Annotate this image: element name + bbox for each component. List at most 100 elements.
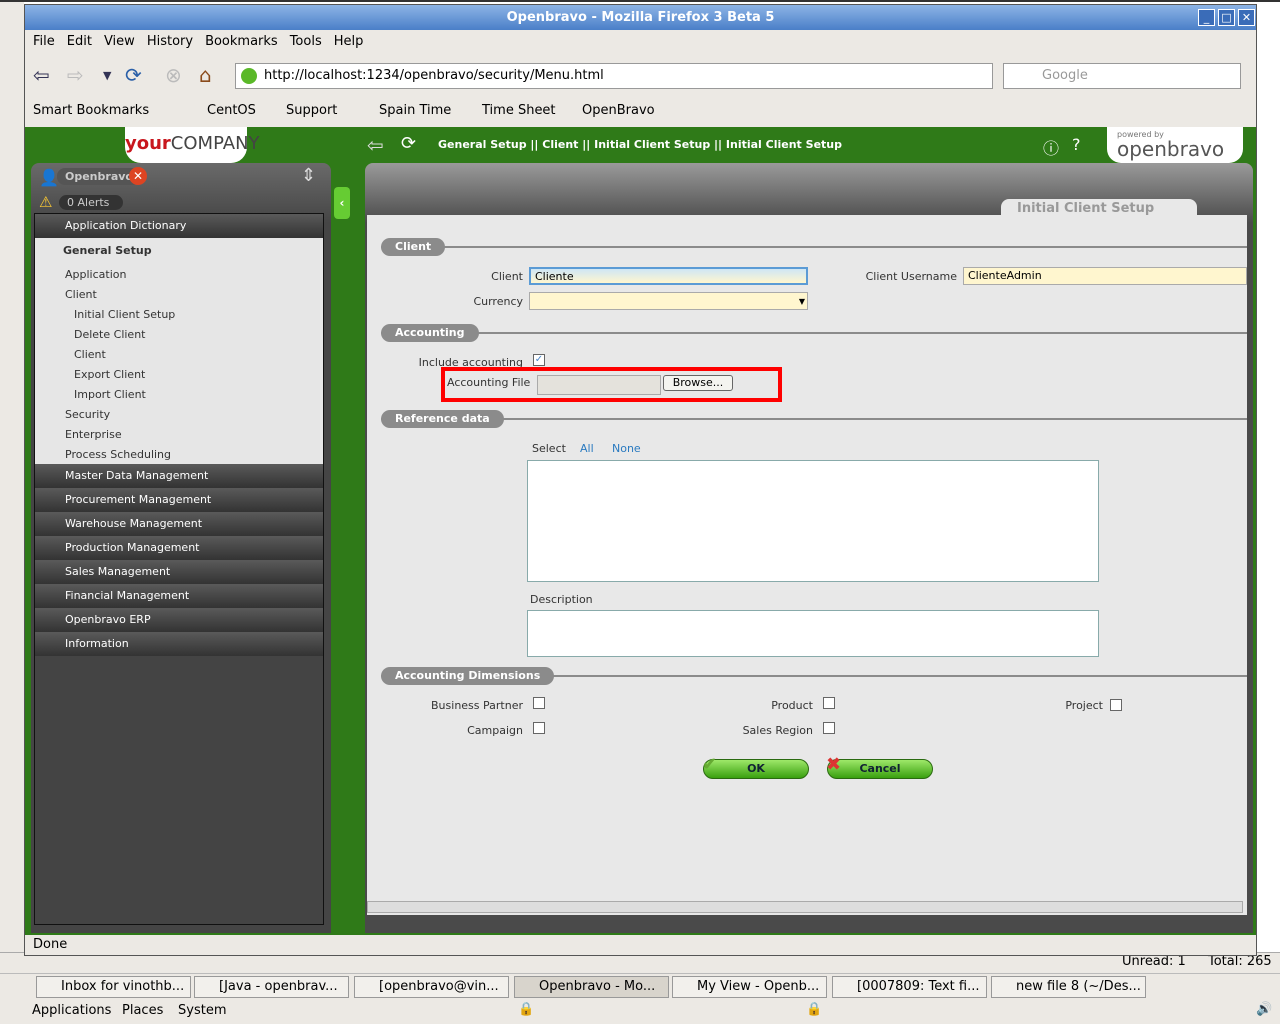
applications-menu[interactable]: Applications: [32, 1003, 111, 1018]
menu-enterprise[interactable]: Enterprise: [65, 428, 122, 441]
maximize-button[interactable]: □: [1218, 9, 1235, 26]
system-menu[interactable]: System: [178, 1003, 226, 1018]
menu-procurement[interactable]: Procurement Management: [35, 488, 323, 512]
menu-security[interactable]: Security: [65, 408, 110, 421]
bookmark-support[interactable]: Support: [286, 103, 337, 118]
menu-client-folder[interactable]: Client: [65, 288, 97, 301]
menu-initial-client-setup[interactable]: Initial Client Setup: [74, 308, 175, 321]
menu-application-dictionary[interactable]: Application Dictionary: [35, 214, 323, 238]
product-label: Product: [771, 699, 813, 712]
sidebar: 👤 Openbravo ✕ ⚠ 0 Alerts ⇕ Application D…: [31, 163, 331, 933]
bookmark-openbravo[interactable]: OpenBravo: [582, 103, 655, 118]
task-new-file[interactable]: new file 8 (~/Des...: [991, 976, 1146, 998]
client-label: Client: [491, 270, 523, 283]
currency-label: Currency: [473, 295, 523, 308]
menu-history[interactable]: History: [147, 34, 193, 49]
alerts-badge[interactable]: 0 Alerts: [59, 195, 124, 210]
include-accounting-checkbox[interactable]: ✓: [533, 354, 545, 366]
reload-icon[interactable]: ⟳: [125, 63, 142, 87]
back-arrow-icon[interactable]: ⇦: [367, 133, 384, 157]
menu-client-window[interactable]: Client: [74, 348, 106, 361]
menu-export-client[interactable]: Export Client: [74, 368, 145, 381]
bookmark-centos[interactable]: CentOS: [207, 103, 256, 118]
section-accounting: Accounting: [381, 324, 479, 342]
menu-warehouse[interactable]: Warehouse Management: [35, 512, 323, 536]
menu-information[interactable]: Information: [35, 632, 323, 656]
menu-help[interactable]: Help: [334, 34, 364, 49]
menu-openbravo-erp[interactable]: Openbravo ERP: [35, 608, 323, 632]
logout-icon[interactable]: ✕: [129, 167, 147, 185]
bookmarks-toolbar: Smart Bookmarks CentOS Support Spain Tim…: [25, 99, 1256, 123]
main-menu: Application Dictionary General Setup App…: [34, 213, 324, 925]
company-logo: yourCOMPANY: [125, 127, 260, 163]
back-icon[interactable]: ⇦: [33, 63, 50, 87]
menu-production[interactable]: Production Management: [35, 536, 323, 560]
task-bug-report[interactable]: [0007809: Text fi...: [832, 976, 987, 998]
menu-import-client[interactable]: Import Client: [74, 388, 146, 401]
project-label: Project: [1065, 699, 1103, 712]
menu-financial[interactable]: Financial Management: [35, 584, 323, 608]
campaign-checkbox[interactable]: [533, 722, 545, 734]
x-icon: ✖: [826, 754, 842, 775]
unread-count: Unread: 1: [1122, 954, 1186, 969]
reference-data-list[interactable]: [527, 460, 1099, 582]
home-icon[interactable]: ⌂: [199, 63, 212, 87]
openbravo-brand: powered by openbravo: [1107, 127, 1243, 163]
taskbar: Inbox for vinothb... [Java - openbrav...…: [0, 973, 1280, 998]
stop-icon[interactable]: ⊗: [165, 63, 182, 87]
menu-general-setup[interactable]: General Setup: [63, 244, 152, 257]
bookmark-smart-bookmarks[interactable]: Smart Bookmarks: [33, 103, 149, 118]
menu-file[interactable]: File: [33, 34, 55, 49]
menu-delete-client[interactable]: Delete Client: [74, 328, 145, 341]
cancel-button[interactable]: ✖ Cancel: [826, 754, 933, 779]
volume-icon[interactable]: 🔊: [1256, 1002, 1272, 1017]
lock-icon: 🔒: [518, 1002, 535, 1017]
history-dropdown-icon[interactable]: ▼: [103, 69, 111, 82]
menu-process-scheduling[interactable]: Process Scheduling: [65, 448, 171, 461]
sales-region-checkbox[interactable]: [823, 722, 835, 734]
minimize-button[interactable]: _: [1198, 9, 1215, 26]
select-all-link[interactable]: All: [580, 442, 594, 455]
url-bar[interactable]: http://localhost:1234/openbravo/security…: [235, 63, 993, 89]
refresh-icon[interactable]: ⟳: [401, 133, 416, 154]
navigation-toolbar: ⇦ ⇨ ▼ ⟳ ⊗ ⌂ http://localhost:1234/openbr…: [25, 57, 1256, 93]
task-java[interactable]: [Java - openbrav...: [194, 976, 349, 998]
task-inbox[interactable]: Inbox for vinothb...: [36, 976, 191, 998]
menu-sales[interactable]: Sales Management: [35, 560, 323, 584]
bookmark-spain-time[interactable]: Spain Time: [379, 103, 451, 118]
menu-edit[interactable]: Edit: [67, 34, 92, 49]
menu-application[interactable]: Application: [65, 268, 126, 281]
collapse-menu-icon[interactable]: ⇕: [301, 165, 316, 186]
ok-button[interactable]: ✔ OK: [702, 754, 809, 779]
task-my-view[interactable]: My View - Openb...: [672, 976, 827, 998]
menu-master-data[interactable]: Master Data Management: [35, 464, 323, 488]
currency-select[interactable]: ▼: [529, 292, 808, 310]
menu-view[interactable]: View: [104, 34, 135, 49]
help-icon[interactable]: ?: [1072, 135, 1081, 154]
select-none-link[interactable]: None: [612, 442, 641, 455]
info-icon[interactable]: ⓘ: [1043, 135, 1059, 159]
bookmark-time-sheet[interactable]: Time Sheet: [482, 103, 556, 118]
user-icon: 👤: [39, 168, 59, 187]
client-username-input[interactable]: ClienteAdmin: [963, 267, 1247, 285]
project-checkbox[interactable]: [1110, 699, 1122, 711]
forward-icon[interactable]: ⇨: [67, 63, 84, 87]
places-menu[interactable]: Places: [122, 1003, 163, 1018]
check-icon: ✔: [702, 754, 718, 775]
menu-bar: File Edit View History Bookmarks Tools Help: [25, 31, 1256, 53]
product-checkbox[interactable]: [823, 697, 835, 709]
search-input[interactable]: Google: [1003, 63, 1241, 89]
menu-bookmarks[interactable]: Bookmarks: [205, 34, 278, 49]
business-partner-label: Business Partner: [431, 699, 523, 712]
task-terminal[interactable]: [openbravo@vin...: [354, 976, 509, 998]
business-partner-checkbox[interactable]: [533, 697, 545, 709]
gnome-panel: Applications Places System 🔒 🔒 🔊: [0, 998, 1280, 1024]
hide-menu-button[interactable]: ‹: [334, 187, 350, 219]
client-input[interactable]: Cliente: [529, 267, 808, 285]
browse-button[interactable]: Browse...: [663, 375, 733, 391]
close-button[interactable]: ✕: [1238, 9, 1255, 26]
accounting-file-input[interactable]: [537, 375, 661, 395]
task-openbravo-firefox[interactable]: Openbravo - Mo...: [514, 976, 669, 998]
menu-tools[interactable]: Tools: [290, 34, 322, 49]
horizontal-scrollbar[interactable]: [367, 901, 1243, 913]
